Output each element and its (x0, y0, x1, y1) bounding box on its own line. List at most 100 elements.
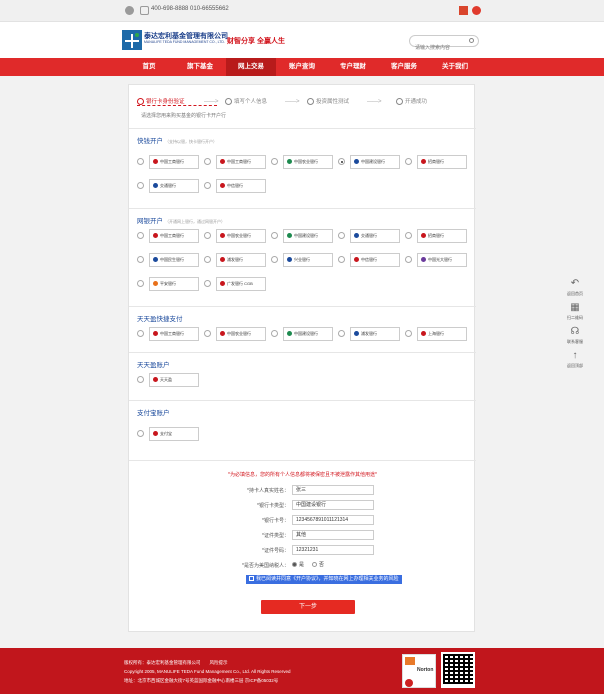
side-customer-service[interactable]: ☊ 联系客服 (562, 327, 588, 349)
bank-radio[interactable] (137, 232, 144, 239)
bank-radio[interactable] (204, 256, 211, 263)
bank-radio[interactable] (137, 256, 144, 263)
bank-logo[interactable]: 天天盈 (149, 373, 199, 387)
bank-option[interactable]: 中国建设银行 (338, 155, 402, 169)
bank-logo[interactable]: 中国农业银行 (216, 229, 266, 243)
bank-radio[interactable] (271, 158, 278, 165)
bank-option[interactable]: 中国农业银行 (204, 229, 268, 243)
bank-radio[interactable] (137, 280, 144, 287)
bank-radio[interactable] (271, 256, 278, 263)
bank-option[interactable]: 中国农业银行 (204, 327, 268, 341)
bank-option[interactable]: 中国建设银行 (271, 229, 335, 243)
bank-option[interactable]: 中信银行 (338, 253, 402, 267)
bank-option[interactable]: 中信银行 (204, 179, 268, 193)
nav-online-trade[interactable]: 网上交易 (226, 58, 276, 76)
bank-logo[interactable]: 招商银行 (417, 229, 467, 243)
bank-radio[interactable] (137, 430, 144, 437)
bank-option[interactable]: 平安银行 (137, 277, 201, 291)
bank-radio[interactable] (137, 158, 144, 165)
bank-option[interactable]: 中国工商银行 (137, 327, 201, 341)
bank-radio[interactable] (405, 256, 412, 263)
search-input[interactable] (410, 43, 468, 53)
bank-logo[interactable]: 中国民生银行 (149, 253, 199, 267)
bank-option[interactable]: 中国工商银行 (204, 155, 268, 169)
bank-radio[interactable] (204, 158, 211, 165)
bank-logo[interactable]: 中信银行 (350, 253, 400, 267)
bank-logo[interactable]: 浦发银行 (350, 327, 400, 341)
nav-funds[interactable]: 旗下基金 (175, 58, 225, 76)
bank-option[interactable]: 交通银行 (137, 179, 201, 193)
bank-option[interactable]: 天天盈 (137, 373, 201, 387)
side-qrcode[interactable]: ▦ 扫二维码 (562, 303, 588, 325)
bank-radio[interactable] (271, 232, 278, 239)
bank-logo[interactable]: 支付宝 (149, 427, 199, 441)
bank-radio[interactable] (204, 182, 211, 189)
id-type-select[interactable]: 其他 (292, 530, 374, 540)
taxpayer-yes-radio[interactable]: 是 (292, 561, 304, 568)
name-field[interactable]: 张三 (292, 485, 374, 495)
bank-logo[interactable]: 中国工商银行 (216, 155, 266, 169)
bank-logo[interactable]: 中信银行 (216, 179, 266, 193)
bank-logo[interactable]: 上海银行 (417, 327, 467, 341)
bank-radio[interactable] (405, 330, 412, 337)
bank-option[interactable]: 中国工商银行 (137, 155, 201, 169)
bank-radio[interactable] (338, 330, 345, 337)
nav-account-query[interactable]: 账户查询 (277, 58, 327, 76)
bank-radio[interactable] (338, 232, 345, 239)
nav-special-account[interactable]: 专户理财 (328, 58, 378, 76)
bank-logo[interactable]: 中国农业银行 (216, 327, 266, 341)
bank-logo[interactable]: 平安银行 (149, 277, 199, 291)
nav-customer-service[interactable]: 客户服务 (379, 58, 429, 76)
bank-logo[interactable]: 中国建设银行 (283, 327, 333, 341)
security-badges[interactable]: Norton (402, 654, 436, 688)
nav-about-us[interactable]: 关于我们 (430, 58, 480, 76)
bank-logo[interactable]: 中国光大银行 (417, 253, 467, 267)
bank-logo[interactable]: 招商银行 (417, 155, 467, 169)
bank-logo[interactable]: 浦发银行 (216, 253, 266, 267)
weibo-icon[interactable] (472, 6, 481, 15)
bank-logo[interactable]: 交通银行 (149, 179, 199, 193)
nav-home[interactable]: 首页 (124, 58, 174, 76)
company-logo-icon[interactable] (122, 30, 142, 50)
bank-radio[interactable] (204, 232, 211, 239)
search-icon[interactable] (469, 38, 474, 43)
bank-logo[interactable]: 中国工商银行 (149, 229, 199, 243)
bank-radio[interactable] (204, 330, 211, 337)
bank-option[interactable]: 支付宝 (137, 427, 201, 441)
bank-option[interactable]: 兴业银行 (271, 253, 335, 267)
bank-radio[interactable] (137, 182, 144, 189)
taxpayer-no-radio[interactable]: 否 (312, 561, 324, 568)
bank-option[interactable]: 中国民生银行 (137, 253, 201, 267)
bank-option[interactable]: 中国建设银行 (271, 327, 335, 341)
card-type-field[interactable]: 中国建设银行 (292, 500, 374, 510)
bank-logo[interactable]: 中国建设银行 (283, 229, 333, 243)
card-number-field[interactable]: 1234567891011121314 (292, 515, 374, 525)
bank-radio[interactable] (405, 232, 412, 239)
bank-option[interactable]: 中国光大银行 (405, 253, 469, 267)
bank-option[interactable]: 交通银行 (338, 229, 402, 243)
bank-option[interactable]: 上海银行 (405, 327, 469, 341)
bank-option[interactable]: 中国工商银行 (137, 229, 201, 243)
bank-logo[interactable]: 中国农业银行 (283, 155, 333, 169)
bank-radio[interactable] (338, 158, 345, 165)
wechat-icon[interactable] (125, 6, 134, 15)
bank-option[interactable]: 中国农业银行 (271, 155, 335, 169)
agreement-checkbox[interactable]: 我已阅读并同意《开户协议》，并知晓在网上办理相关业务的风险 (246, 575, 402, 584)
bank-radio[interactable] (338, 256, 345, 263)
bank-logo[interactable]: 中国工商银行 (149, 155, 199, 169)
bank-option[interactable]: 招商银行 (405, 229, 469, 243)
bank-option[interactable]: 浦发银行 (338, 327, 402, 341)
bank-radio[interactable] (137, 376, 144, 383)
id-number-field[interactable]: 12321231 (292, 545, 374, 555)
next-button[interactable]: 下一步 (261, 600, 355, 614)
bank-radio[interactable] (137, 330, 144, 337)
side-back-top[interactable]: ↑ 返回顶部 (562, 351, 588, 373)
rss-icon[interactable] (459, 6, 468, 15)
bank-option[interactable]: 招商银行 (405, 155, 469, 169)
bank-radio[interactable] (271, 330, 278, 337)
bank-logo[interactable]: 中国建设银行 (350, 155, 400, 169)
bank-radio[interactable] (405, 158, 412, 165)
bank-radio[interactable] (204, 280, 211, 287)
bank-logo[interactable]: 兴业银行 (283, 253, 333, 267)
bank-option[interactable]: 广发银行 CGB (204, 277, 268, 291)
